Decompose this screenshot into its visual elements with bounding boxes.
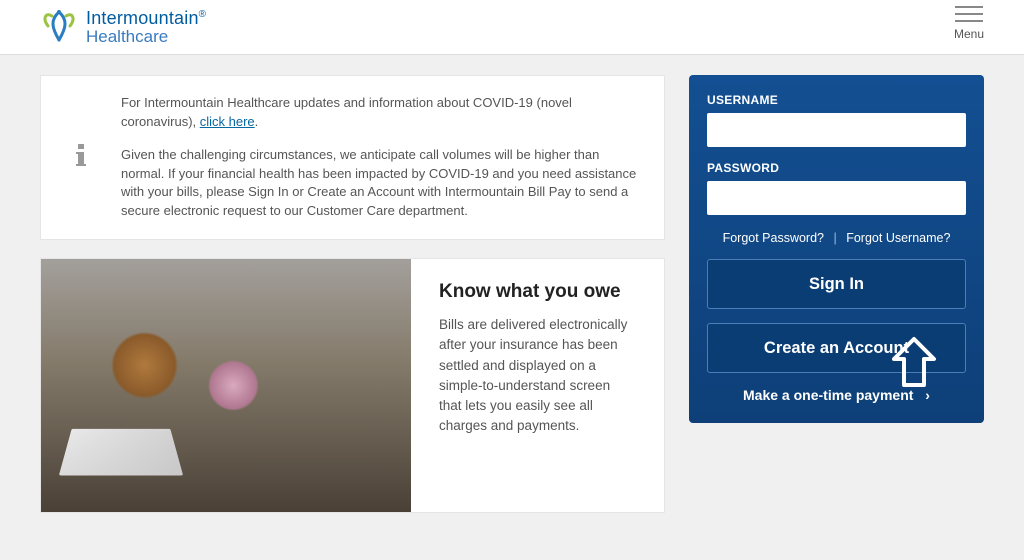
menu-label: Menu: [954, 27, 984, 41]
brand-primary-text: Intermountain: [86, 8, 199, 28]
logo-mark-icon: [40, 10, 78, 44]
know-card-text: Know what you owe Bills are delivered el…: [411, 259, 664, 512]
covid-info-link[interactable]: click here: [200, 114, 255, 129]
main-content: For Intermountain Healthcare updates and…: [0, 55, 1024, 513]
link-separator: |: [833, 231, 836, 245]
info-icon: [72, 142, 90, 174]
registered-mark: ®: [199, 9, 207, 20]
notice-p1-suffix: .: [255, 114, 259, 129]
username-input[interactable]: [707, 113, 966, 147]
know-heading: Know what you owe: [439, 281, 636, 303]
create-account-button[interactable]: Create an Account: [707, 323, 966, 373]
know-body: Bills are delivered electronically after…: [439, 315, 636, 437]
username-label: USERNAME: [707, 93, 966, 107]
forgot-username-link[interactable]: Forgot Username?: [846, 231, 950, 245]
login-help-links: Forgot Password? | Forgot Username?: [707, 231, 966, 245]
know-card-image: [41, 259, 411, 512]
notice-icon-wrap: [41, 94, 121, 221]
notice-p1-prefix: For Intermountain Healthcare updates and…: [121, 95, 572, 129]
brand-text: Intermountain® Healthcare: [86, 9, 206, 45]
left-column: For Intermountain Healthcare updates and…: [40, 75, 665, 513]
notice-body: For Intermountain Healthcare updates and…: [121, 94, 642, 221]
one-time-payment-link[interactable]: Make a one-time payment ›: [707, 387, 966, 403]
notice-p2: Given the challenging circumstances, we …: [121, 146, 642, 221]
site-header: Intermountain® Healthcare Menu: [0, 0, 1024, 55]
hamburger-icon: [955, 13, 983, 15]
forgot-password-link[interactable]: Forgot Password?: [723, 231, 824, 245]
sign-in-label: Sign In: [809, 275, 864, 294]
covid-notice: For Intermountain Healthcare updates and…: [40, 75, 665, 240]
one-time-payment-label: Make a one-time payment: [743, 387, 913, 403]
password-input[interactable]: [707, 181, 966, 215]
brand-logo[interactable]: Intermountain® Healthcare: [40, 9, 206, 45]
chevron-right-icon: ›: [925, 387, 930, 403]
menu-button[interactable]: Menu: [954, 13, 984, 41]
create-account-label: Create an Account: [764, 339, 909, 358]
know-card: Know what you owe Bills are delivered el…: [40, 258, 665, 513]
sign-in-button[interactable]: Sign In: [707, 259, 966, 309]
login-panel: USERNAME PASSWORD Forgot Password? | For…: [689, 75, 984, 423]
password-label: PASSWORD: [707, 161, 966, 175]
brand-secondary-text: Healthcare: [86, 28, 206, 45]
